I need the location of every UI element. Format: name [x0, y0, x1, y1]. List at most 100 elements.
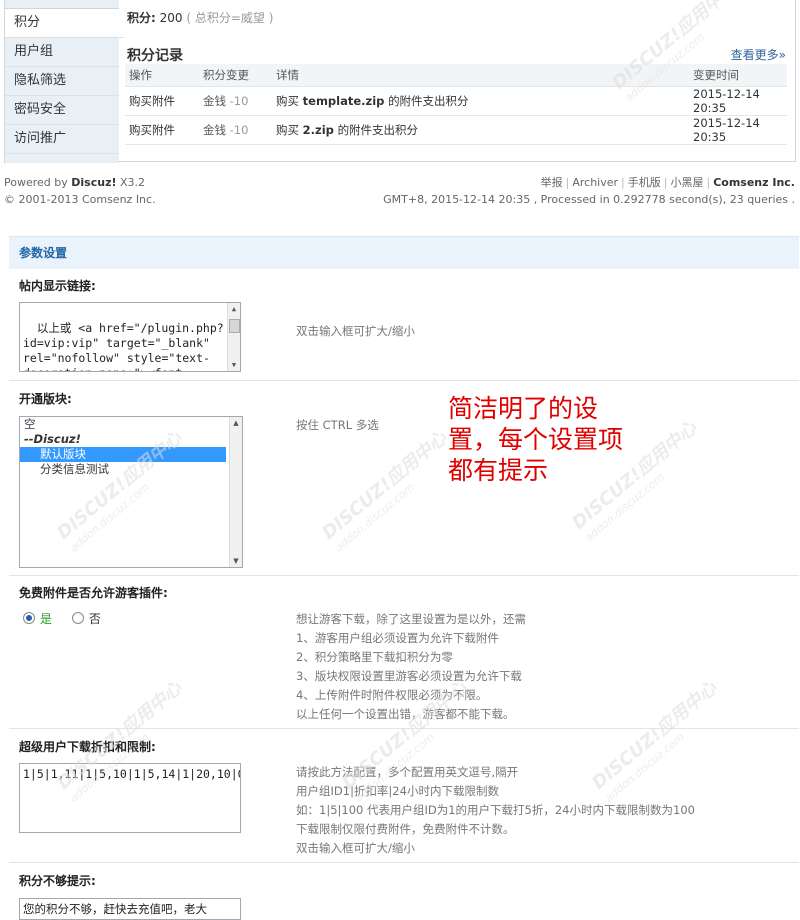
forum-multiselect[interactable]: 空 --Discuz! 默认版块 分类信息测试 ▲ ▼	[19, 416, 243, 568]
guest-setting-desc: 想让游客下载，除了这里设置为是以外，还需 1、游客用户组必须设置为允许下载附件 …	[296, 610, 526, 724]
row-action: 购买附件	[125, 115, 199, 145]
sidebar-top-border	[5, 0, 119, 9]
link-textarea-scrollbar[interactable]: ▲ ▼	[227, 303, 240, 371]
col-change: 积分变更	[199, 64, 272, 87]
row-detail-prefix: 购买	[276, 94, 299, 108]
row-detail-prefix: 购买	[276, 123, 299, 137]
row-action: 购买附件	[125, 86, 199, 116]
row-detail-suffix: 的附件支出积分	[337, 123, 419, 137]
forum-option-empty[interactable]: 空	[20, 417, 242, 432]
forum-setting-title: 开通版块:	[19, 392, 72, 406]
footer-runtime: GMT+8, 2015-12-14 20:35 , Processed in 0…	[383, 193, 795, 206]
watermark: DISCUZ!应用中心 addon.discuz.com	[318, 427, 452, 555]
forum-option-group: --Discuz!	[24, 432, 81, 446]
link-setting-title: 帖内显示链接:	[19, 279, 96, 293]
col-time: 变更时间	[689, 64, 787, 87]
scroll-thumb[interactable]	[229, 319, 240, 333]
forum-option-classified[interactable]: 分类信息测试	[20, 462, 242, 477]
footer-company[interactable]: Comsenz Inc.	[713, 176, 795, 189]
forum-setting-desc: 按住 CTRL 多选	[296, 418, 379, 432]
row-detail: 购买 2.zip 的附件支出积分	[272, 115, 689, 145]
desc-line: 以上任何一个设置出错，游客都不能下载。	[296, 707, 515, 721]
scroll-down-icon[interactable]: ▼	[228, 359, 240, 371]
desc-line: 3、版块权限设置里游客必须设置为允许下载	[296, 669, 522, 683]
desc-line: 想让游客下载，除了这里设置为是以外，还需	[296, 612, 526, 626]
row-change: 金钱 -10	[199, 86, 272, 116]
row-detail-file[interactable]: template.zip	[303, 94, 385, 108]
credits-main: 积分: 200 ( 总积分=威望 ) 积分记录 查看更多» 操作 积分变更 详情…	[118, 0, 796, 162]
link-textarea-value: 以上或 <a href="/plugin.php?id=vip:vip" tar…	[23, 321, 224, 371]
sidebar: 积分 用户组 隐私筛选 密码安全 访问推广	[4, 0, 124, 163]
link-setting-desc: 双击输入框可扩大/缩小	[296, 324, 415, 338]
link-textarea[interactable]: 以上或 <a href="/plugin.php?id=vip:vip" tar…	[19, 302, 241, 372]
row-detail-file[interactable]: 2.zip	[303, 123, 334, 137]
product-name[interactable]: Discuz!	[71, 176, 116, 189]
row-detail-suffix: 的附件支出积分	[388, 94, 469, 108]
score-hint: ( 总积分=威望 )	[186, 11, 274, 25]
desc-line: 下载限制仅限付费附件，免费附件不计数。	[296, 822, 515, 836]
desc-line: 2、积分策略里下载扣积分为零	[296, 650, 453, 664]
scroll-up-icon[interactable]: ▲	[228, 303, 240, 315]
radio-no-label[interactable]: 否	[89, 612, 101, 626]
view-more-link[interactable]: 查看更多»	[731, 46, 786, 63]
sidebar-item-password[interactable]: 密码安全	[5, 96, 119, 125]
forum-list-scrollbar[interactable]: ▲ ▼	[229, 417, 242, 567]
discount-setting-title: 超级用户下载折扣和限制:	[19, 740, 156, 754]
credit-log-title: 积分记录	[127, 48, 183, 64]
guest-radio-group: 是 否	[23, 610, 101, 627]
copyright: © 2001-2013 Comsenz Inc.	[4, 193, 156, 206]
desc-line: 如：1|5|100 代表用户组ID为1的用户下载打5折，24小时内下载限制数为1…	[296, 803, 695, 817]
row-currency: 金钱	[203, 123, 226, 137]
footer-link-report[interactable]: 举报	[541, 176, 563, 189]
sidebar-item-credits[interactable]: 积分	[5, 9, 124, 38]
settings-header: 参数设置	[9, 236, 799, 269]
desc-line: 双击输入框可扩大/缩小	[296, 841, 415, 855]
table-header-row: 操作 积分变更 详情 变更时间	[125, 64, 787, 87]
radio-yes-label[interactable]: 是	[40, 612, 52, 626]
table-row: 购买附件 金钱 -10 购买 template.zip 的附件支出积分 2015…	[125, 86, 787, 116]
settings-header-bar: 参数设置	[9, 236, 799, 269]
row-currency: 金钱	[203, 94, 226, 108]
radio-yes-icon[interactable]	[23, 612, 35, 624]
row-time: 2015-12-14 20:35	[689, 115, 787, 145]
scroll-down-icon[interactable]: ▼	[230, 555, 242, 567]
score-label: 积分:	[127, 11, 156, 25]
insufficient-setting-title: 积分不够提示:	[19, 874, 96, 888]
desc-line: 用户组ID1|折扣率|24小时内下载限制数	[296, 784, 499, 798]
sidebar-item-usergroup[interactable]: 用户组	[5, 38, 119, 67]
row-detail: 购买 template.zip 的附件支出积分	[272, 86, 689, 116]
scroll-up-icon[interactable]: ▲	[230, 417, 242, 429]
footer-links: 举报 | Archiver | 手机版 | 小黑屋 | Comsenz Inc.	[540, 176, 795, 189]
sidebar-item-promotion[interactable]: 访问推广	[5, 125, 119, 154]
footer-link-blackroom[interactable]: 小黑屋	[670, 176, 703, 189]
table-row: 购买附件 金钱 -10 购买 2.zip 的附件支出积分 2015-12-14 …	[125, 115, 787, 145]
divider	[9, 380, 799, 381]
divider	[9, 728, 799, 729]
row-time: 2015-12-14 20:35	[689, 86, 787, 116]
credits-panel: 积分 用户组 隐私筛选 密码安全 访问推广 积分: 200 ( 总积分=威望 )…	[0, 0, 800, 163]
footer-left: Powered by Discuz! X3.2 © 2001-2013 Coms…	[4, 174, 156, 208]
score-line: 积分: 200 ( 总积分=威望 )	[127, 9, 273, 26]
guest-setting-title: 免费附件是否允许游客插件:	[19, 586, 168, 600]
divider	[9, 575, 799, 576]
product-version: X3.2	[120, 176, 146, 189]
forum-option-default[interactable]: 默认版块	[20, 447, 226, 462]
powered-by: Powered by Discuz! X3.2	[4, 174, 156, 191]
powered-label: Powered by	[4, 176, 68, 189]
credit-log-table: 操作 积分变更 详情 变更时间 购买附件 金钱 -10 购买 template.…	[125, 64, 787, 145]
footer-link-mobile[interactable]: 手机版	[628, 176, 661, 189]
row-delta: -10	[229, 94, 249, 108]
radio-no-icon[interactable]	[71, 612, 84, 624]
desc-line: 1、游客用户组必须设置为允许下载附件	[296, 631, 499, 645]
footer-link-archiver[interactable]: Archiver	[572, 176, 618, 189]
desc-line: 请按此方法配置，多个配置用英文逗号,隔开	[296, 765, 519, 779]
divider	[9, 862, 799, 863]
footer-right: 举报 | Archiver | 手机版 | 小黑屋 | Comsenz Inc. GMT+8, …	[383, 174, 795, 208]
row-change: 金钱 -10	[199, 115, 272, 145]
discount-textarea[interactable]: 1|5|1,11|1|5,10|1|5,14|1|20,10|0|2	[19, 763, 241, 833]
callout-annotation: 简洁明了的设置，每个设置项都有提示	[448, 394, 624, 485]
row-delta: -10	[229, 123, 249, 137]
desc-line: 4、上传附件时附件权限必须为不限。	[296, 688, 488, 702]
sidebar-item-privacy[interactable]: 隐私筛选	[5, 67, 119, 96]
col-action: 操作	[125, 64, 199, 87]
